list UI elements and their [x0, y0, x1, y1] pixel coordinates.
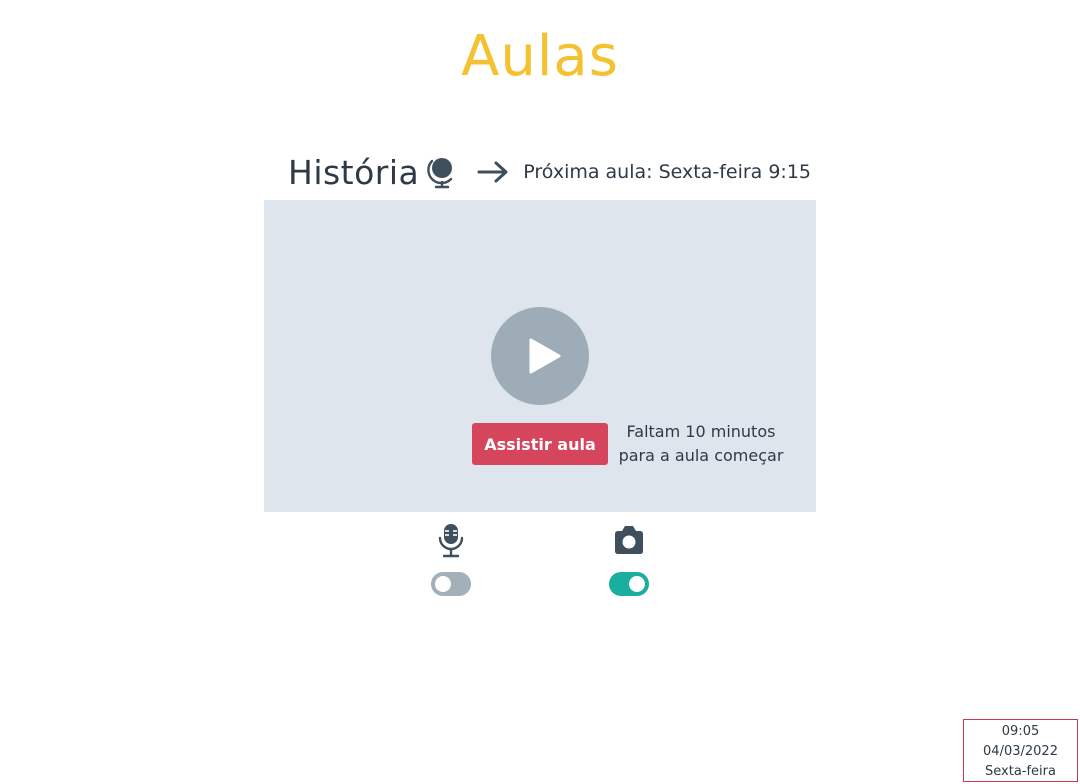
lessons-page: Aulas História Próxima aula: Sexta-feira… — [0, 0, 1080, 784]
camera-toggle[interactable] — [609, 572, 649, 596]
watch-class-button[interactable]: Assistir aula — [472, 423, 608, 465]
microphone-toggle[interactable] — [431, 572, 471, 596]
clock-time: 09:05 — [1001, 724, 1040, 739]
globe-icon — [427, 155, 457, 189]
clock-date: 04/03/2022 — [983, 744, 1058, 759]
microphone-toggle-knob — [435, 576, 451, 592]
datetime-display: 09:05 04/03/2022 Sexta-feira — [963, 719, 1078, 782]
video-panel: Assistir aula Faltam 10 minutos para a a… — [264, 200, 816, 512]
camera-icon — [599, 522, 659, 558]
clock-weekday: Sexta-feira — [985, 764, 1056, 779]
camera-control — [599, 522, 659, 596]
play-button[interactable] — [491, 307, 589, 405]
next-class-info: Próxima aula: Sexta-feira 9:15 — [523, 161, 812, 183]
countdown-line-2: para a aula começar — [618, 446, 784, 465]
lesson-header: História Próxima aula: Sexta-feira 9:15 — [288, 148, 811, 196]
camera-toggle-knob — [629, 576, 645, 592]
microphone-control — [421, 522, 481, 596]
page-title: Aulas — [461, 24, 619, 89]
play-icon — [529, 338, 561, 374]
arrow-right-icon — [477, 160, 509, 184]
microphone-icon — [421, 522, 481, 558]
subject-name: História — [288, 152, 420, 192]
countdown-text: Faltam 10 minutos para a aula começar — [616, 420, 786, 468]
countdown-line-1: Faltam 10 minutos — [626, 422, 776, 441]
